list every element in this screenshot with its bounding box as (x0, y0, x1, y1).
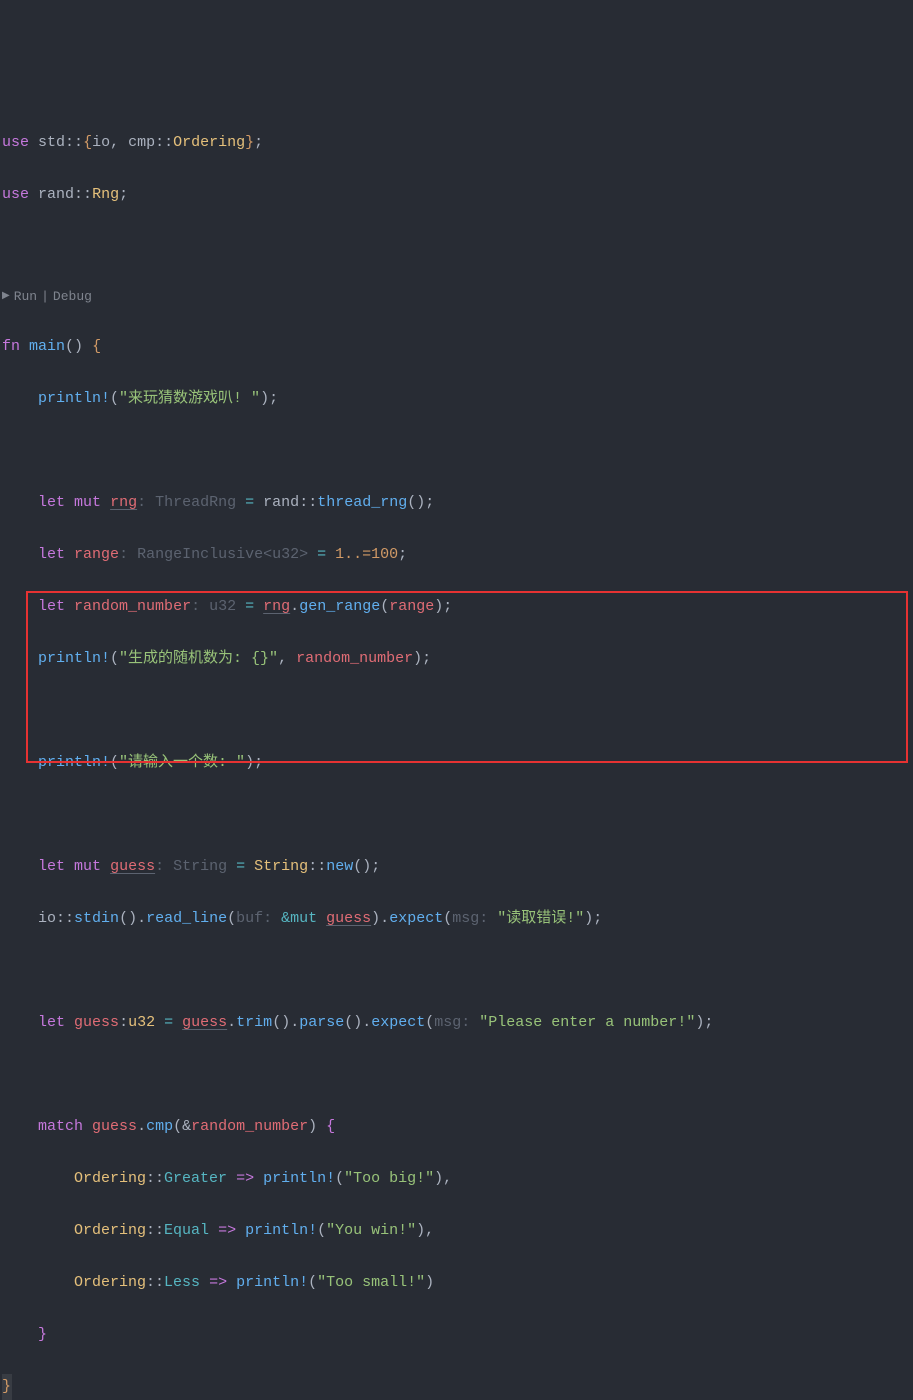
code-line (2, 802, 913, 828)
code-line: use std::{io, cmp::Ordering}; (2, 130, 913, 156)
code-line: Ordering::Less => println!("Too small!") (2, 1270, 913, 1296)
code-line: io::stdin().read_line(buf: &mut guess).e… (2, 906, 913, 932)
code-line: let mut rng: ThreadRng = rand::thread_rn… (2, 490, 913, 516)
code-line: let mut guess: String = String::new(); (2, 854, 913, 880)
code-line (2, 958, 913, 984)
code-editor[interactable]: use std::{io, cmp::Ordering}; use rand::… (0, 104, 913, 1400)
codelens-run[interactable]: Run (14, 286, 37, 308)
code-line: } (2, 1374, 913, 1400)
code-line: } (2, 1322, 913, 1348)
code-line (2, 1062, 913, 1088)
code-line: println!("生成的随机数为: {}", random_number); (2, 646, 913, 672)
run-icon: ▶ (2, 286, 10, 308)
code-line: use rand::Rng; (2, 182, 913, 208)
keyword-use: use (2, 134, 29, 151)
code-line: let random_number: u32 = rng.gen_range(r… (2, 594, 913, 620)
code-line: match guess.cmp(&random_number) { (2, 1114, 913, 1140)
closing-brace: } (2, 1374, 12, 1400)
code-line: println!("请输入一个数: "); (2, 750, 913, 776)
code-line: println!("来玩猜数游戏叭! "); (2, 386, 913, 412)
code-line: let range: RangeInclusive<u32> = 1..=100… (2, 542, 913, 568)
code-line: fn main() { (2, 334, 913, 360)
code-line (2, 438, 913, 464)
code-line: Ordering::Equal => println!("You win!"), (2, 1218, 913, 1244)
code-line (2, 234, 913, 260)
codelens-debug[interactable]: Debug (53, 286, 92, 308)
code-line: let guess:u32 = guess.trim().parse().exp… (2, 1010, 913, 1036)
code-line (2, 698, 913, 724)
code-line: Ordering::Greater => println!("Too big!"… (2, 1166, 913, 1192)
codelens-row: ▶Run|Debug (2, 286, 913, 308)
